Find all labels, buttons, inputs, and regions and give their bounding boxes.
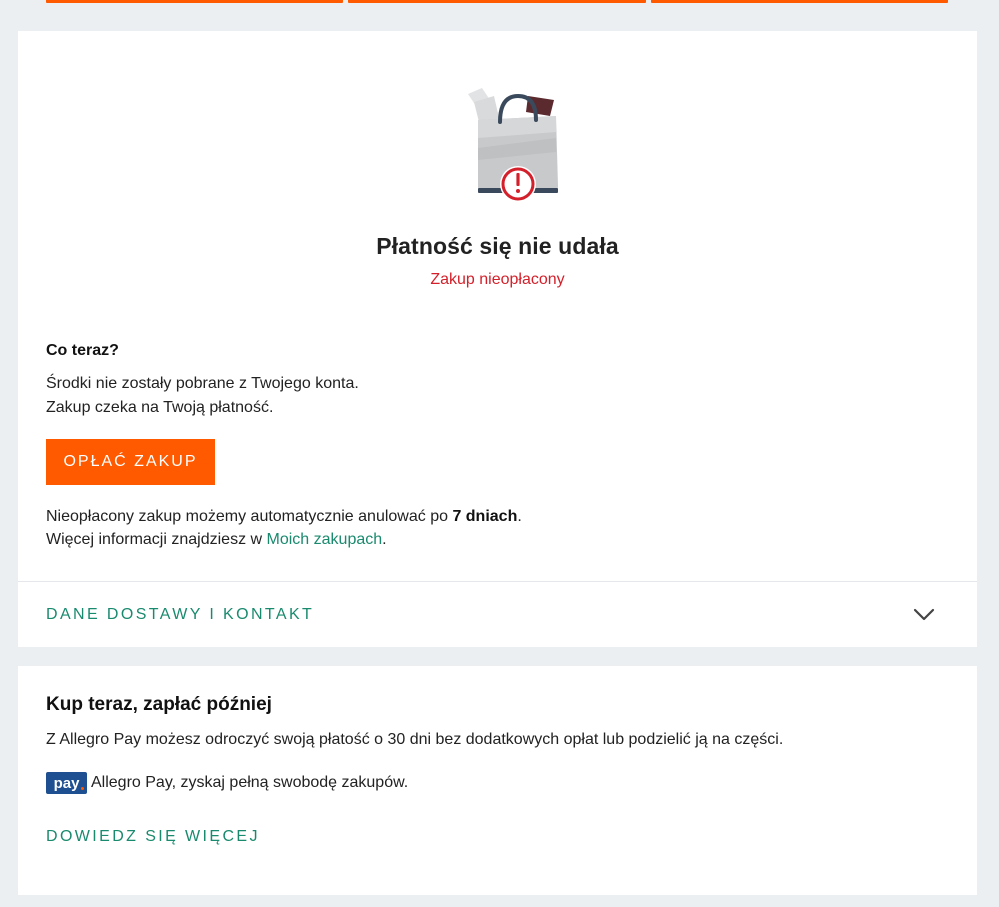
page-title: Płatność się nie udała — [376, 233, 619, 259]
auto-cancel-text: Nieopłacony zakup możemy automatycznie a… — [46, 508, 522, 526]
auto-cancel-text-end: . — [517, 508, 522, 525]
pay-logo-text: pay — [53, 774, 80, 792]
allegro-pay-promo-text: Allegro Pay, zyskaj pełną swobodę zakupó… — [91, 774, 409, 791]
pay-purchase-button[interactable]: OPŁAĆ ZAKUP — [46, 439, 215, 485]
shopping-bag-error-illustration — [468, 88, 558, 202]
step-bar — [348, 0, 646, 3]
learn-more-link[interactable]: DOWIEDZ SIĘ WIĘCEJ — [46, 828, 260, 846]
what-now-heading: Co teraz? — [46, 342, 119, 359]
allegro-pay-promo: pay Allegro Pay, zyskaj pełną swobodę za… — [46, 772, 408, 794]
allegro-pay-title: Kup teraz, zapłać później — [46, 694, 272, 715]
status-subtitle: Zakup nieopłacony — [430, 271, 565, 288]
more-info-text-start: Więcej informacji znajdziesz w — [46, 531, 267, 548]
allegro-pay-logo: pay — [46, 772, 87, 794]
progress-steps — [46, 0, 948, 4]
allegro-pay-card: Kup teraz, zapłać później Z Allegro Pay … — [18, 666, 977, 895]
delivery-contact-accordion[interactable]: DANE DOSTAWY I KONTAKT — [18, 582, 977, 647]
auto-cancel-days: 7 dniach — [452, 508, 518, 525]
funds-info-text: Środki nie zostały pobrane z Twojego kon… — [46, 375, 359, 392]
logo-dot — [81, 787, 84, 790]
allegro-pay-description: Z Allegro Pay możesz odroczyć swoją płat… — [46, 731, 784, 748]
my-purchases-link[interactable]: Moich zakupach — [267, 531, 383, 548]
step-bar — [650, 0, 948, 3]
payment-status-card: Płatność się nie udała Zakup nieopłacony… — [18, 31, 977, 647]
chevron-down-icon — [913, 608, 935, 621]
awaiting-payment-text: Zakup czeka na Twoją płatność. — [46, 399, 274, 416]
status-hero — [18, 86, 977, 236]
step-bar — [46, 0, 344, 3]
auto-cancel-text-start: Nieopłacony zakup możemy automatycznie a… — [46, 508, 453, 525]
delivery-contact-label: DANE DOSTAWY I KONTAKT — [46, 606, 315, 623]
more-info-text: Więcej informacji znajdziesz w Moich zak… — [46, 531, 387, 549]
more-info-text-end: . — [382, 531, 387, 548]
